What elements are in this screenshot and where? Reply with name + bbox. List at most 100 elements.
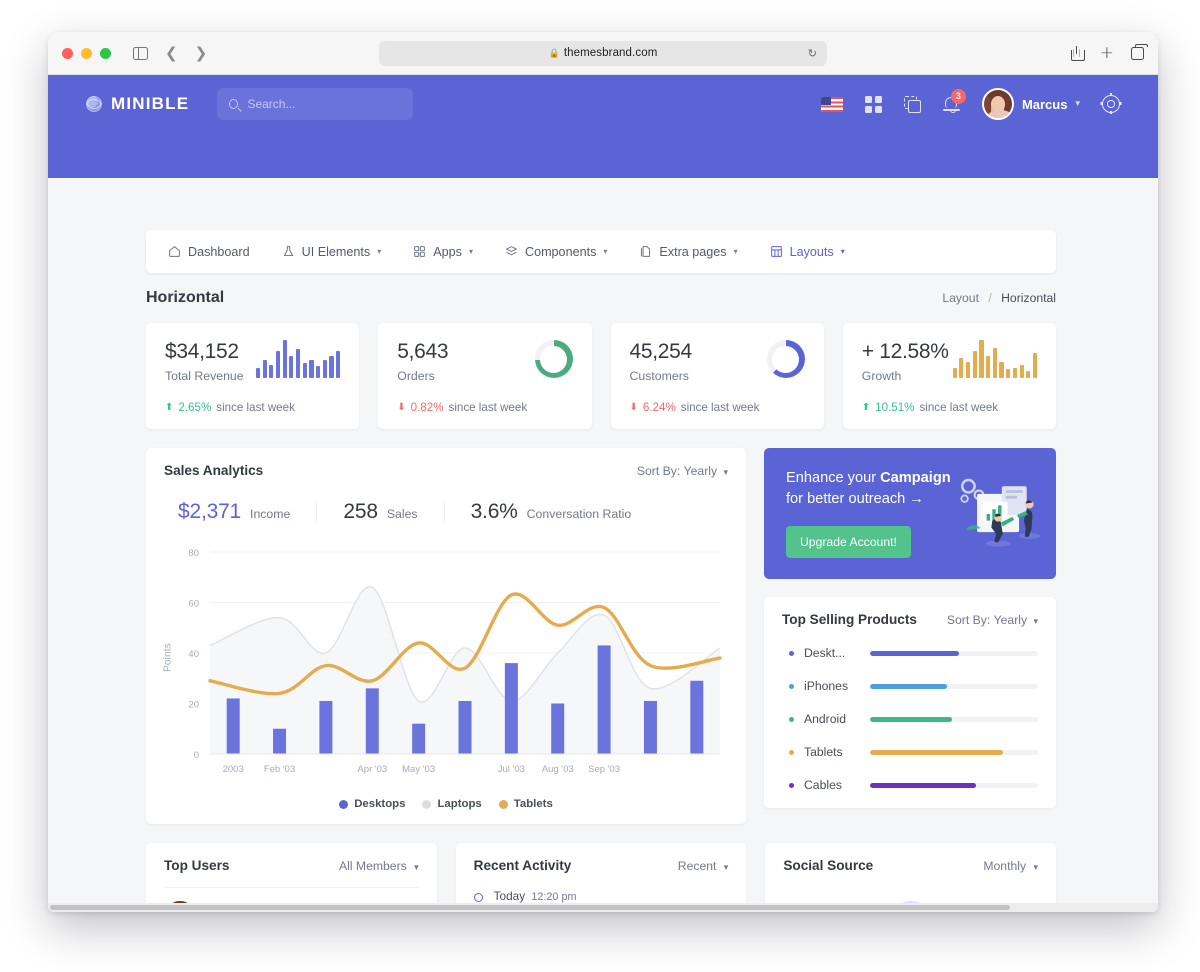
bar-desktops[interactable] [458, 701, 472, 755]
brand-mark-icon [86, 96, 102, 112]
search-input[interactable] [247, 97, 402, 111]
notification-badge: 3 [950, 88, 966, 104]
breadcrumb-separator: / [988, 291, 992, 305]
product-row[interactable]: Android [782, 712, 1038, 726]
legend-item[interactable]: Tablets [498, 798, 553, 810]
stat-value: + 12.58% [861, 340, 949, 363]
product-row[interactable]: Tablets [782, 745, 1038, 759]
window-controls[interactable] [62, 47, 111, 59]
horizontal-scrollbar[interactable] [48, 903, 1158, 912]
fullscreen-icon[interactable] [903, 95, 921, 113]
sparkline-bar [336, 351, 341, 378]
maximize-window-button[interactable] [100, 47, 111, 59]
timeline-dot-icon [473, 893, 483, 903]
product-name: Cables [804, 778, 842, 793]
flask-icon [282, 245, 295, 258]
minimize-window-button[interactable] [81, 47, 92, 59]
nav-label: Dashboard [188, 244, 250, 259]
product-row[interactable]: iPhones [782, 679, 1038, 693]
y-axis-tick: 20 [188, 700, 199, 711]
bar-desktops[interactable] [597, 645, 611, 755]
legend-item[interactable]: Laptops [422, 798, 482, 810]
kpi-label: Income [250, 507, 291, 522]
progress-track [870, 749, 1038, 755]
sparkline-bar [1012, 367, 1017, 378]
nav-item-components[interactable]: Components ▾ [505, 245, 607, 259]
chevron-down-icon: ▾ [603, 247, 608, 256]
bar-desktops[interactable] [319, 701, 333, 755]
close-window-button[interactable] [62, 47, 73, 59]
brand-logo[interactable]: MINIBLE [86, 94, 189, 114]
share-icon[interactable] [1070, 46, 1085, 61]
nav-item-ui-elements[interactable]: UI Elements ▾ [282, 245, 381, 259]
search-box[interactable] [217, 88, 414, 120]
bar-desktops[interactable] [551, 703, 565, 755]
sales-analytics-card: Sales Analytics Sort By: Yearly ▾ $2,371… [146, 448, 746, 825]
layout-icon [770, 245, 783, 258]
activity-filter-dropdown[interactable]: Recent ▾ [678, 859, 729, 873]
page-title: Horizontal [146, 289, 225, 306]
notifications-button[interactable]: 3 [942, 88, 966, 114]
upgrade-account-button[interactable]: Upgrade Account! [786, 525, 911, 558]
kpi-value: 3.6% [470, 500, 518, 524]
x-axis-tick: Aug '03 [542, 764, 574, 775]
social-filter-dropdown[interactable]: Monthly ▾ [983, 859, 1038, 873]
x-axis-tick: Feb '03 [264, 764, 295, 775]
progress-track [870, 650, 1038, 656]
chevron-down-icon: ▾ [468, 247, 473, 256]
legend-label: Desktops [354, 798, 406, 811]
nav-item-apps[interactable]: Apps ▾ [413, 245, 473, 259]
bar-desktops[interactable] [504, 663, 518, 755]
bar-desktops[interactable] [365, 688, 379, 755]
bar-desktops[interactable] [643, 701, 657, 755]
chevron-left-icon[interactable]: ❮ [165, 45, 178, 61]
sparkline-bar [1032, 353, 1037, 378]
sort-by-dropdown[interactable]: Sort By: Yearly ▾ [947, 613, 1038, 627]
legend-item[interactable]: Desktops [339, 798, 405, 810]
card-title: Top Selling Products [782, 612, 917, 628]
apps-grid-icon[interactable] [864, 95, 882, 113]
sort-by-dropdown[interactable]: Sort By: Yearly ▾ [637, 464, 728, 478]
nav-item-layouts[interactable]: Layouts ▾ [770, 245, 845, 259]
tab-overview-icon[interactable] [1131, 44, 1148, 60]
browser-chrome: ❮ ❯ 🔒 themesbrand.com ↻ + [48, 32, 1158, 75]
plus-icon[interactable]: + [1100, 44, 1114, 62]
x-axis-tick: May '03 [402, 764, 435, 775]
progress-track [870, 782, 1038, 788]
nav-item-dashboard[interactable]: Dashboard [168, 245, 250, 259]
address-bar[interactable]: 🔒 themesbrand.com ↻ [379, 40, 827, 66]
nav-label: Extra pages [659, 244, 727, 259]
kpi-label: Sales [386, 507, 418, 522]
reload-icon[interactable]: ↻ [808, 47, 817, 60]
stat-value: 45,254 [629, 340, 693, 363]
settings-gear-icon[interactable] [1102, 92, 1120, 113]
user-name: Marcus [1021, 96, 1068, 112]
product-row[interactable]: Deskt... [782, 646, 1038, 660]
bar-desktops[interactable] [226, 698, 240, 755]
bar-desktops[interactable] [690, 680, 704, 755]
sales-chart[interactable]: Points 0 20 40 60 80 2003 Feb '03 Apr '03 May '0… [163, 544, 728, 796]
stat-value: 5,643 [397, 340, 449, 363]
bar-desktops[interactable] [273, 728, 287, 755]
nav-item-extra-pages[interactable]: Extra pages ▾ [639, 244, 738, 259]
progress-track [870, 683, 1038, 689]
stat-label: Growth [861, 369, 902, 384]
members-filter-dropdown[interactable]: All Members ▾ [339, 859, 419, 873]
layers-icon [505, 245, 518, 258]
sort-by-label: Sort By: [946, 612, 991, 627]
sort-by-label: Sort By: [636, 463, 681, 478]
breadcrumb-parent[interactable]: Layout [942, 291, 979, 305]
chevron-right-icon[interactable]: ❯ [195, 45, 208, 61]
kpi-row: $2,371 Income 258 Sales 3.6% Conversatio… [164, 500, 728, 525]
bar-desktops[interactable] [412, 723, 426, 755]
kpi-label: Conversation Ratio [526, 507, 632, 522]
sparkline-bar [959, 357, 964, 378]
trend-up-icon: ⬆ [861, 402, 871, 414]
user-menu[interactable]: Marcus ▾ [981, 88, 1080, 120]
sparkline-bar [275, 351, 281, 378]
us-flag-icon[interactable] [820, 96, 843, 112]
product-row[interactable]: Cables [782, 778, 1038, 792]
sidebar-toggle-icon[interactable] [133, 46, 148, 60]
sparkline-bar [952, 367, 957, 378]
chevron-down-icon: ▾ [733, 247, 738, 256]
